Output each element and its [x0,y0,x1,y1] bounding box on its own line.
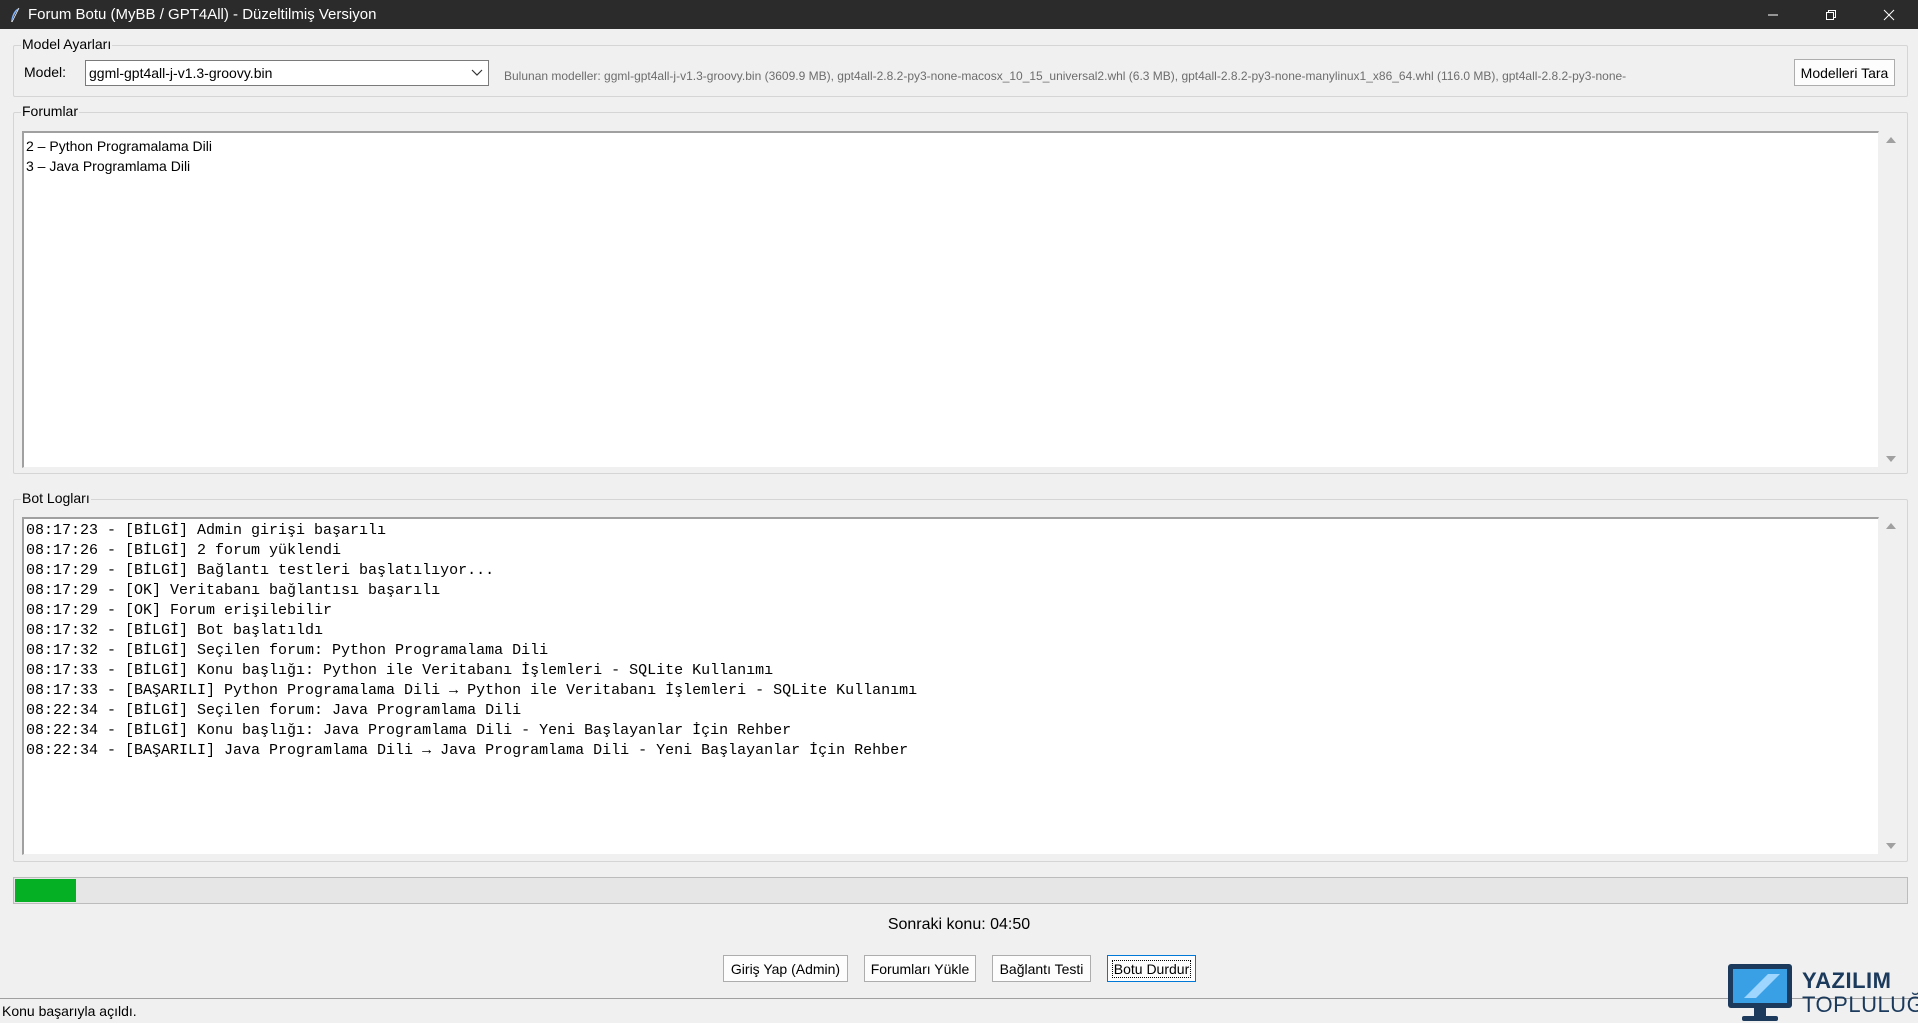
restore-icon [1826,9,1836,20]
scroll-down-icon[interactable] [1879,450,1903,468]
minimize-icon [1768,14,1778,15]
forums-list[interactable]: 2 – Python Programalama Dili 3 – Java Pr… [22,131,1879,468]
login-admin-label: Giriş Yap (Admin) [730,960,841,977]
chevron-down-icon[interactable] [466,61,488,85]
list-item[interactable]: 2 – Python Programalama Dili [26,136,1876,156]
restore-button[interactable] [1802,0,1860,29]
log-line: 08:17:33 - [BİLGİ] Konu başlığı: Python … [26,662,774,679]
monitor-logo-icon [1728,964,1792,1021]
stop-bot-label: Botu Durdur [1111,959,1192,978]
log-lines: 08:17:23 - [BİLGİ] Admin girişi başarılı… [24,519,1878,763]
load-forums-label: Forumları Yükle [870,960,970,977]
scroll-down-icon[interactable] [1879,837,1903,855]
log-output[interactable]: 08:17:23 - [BİLGİ] Admin girişi başarılı… [22,517,1879,855]
close-icon [1883,9,1895,20]
load-forums-button[interactable]: Forumları Yükle [864,955,976,982]
model-select[interactable]: ggml-gpt4all-j-v1.3-groovy.bin [85,60,489,86]
list-item[interactable]: 3 – Java Programlama Dili [26,156,1876,176]
log-line: 08:17:32 - [BİLGİ] Bot başlatıldı [26,622,324,639]
next-topic-countdown: Sonraki konu: 04:50 [887,916,1031,933]
log-line: 08:17:29 - [BİLGİ] Bağlantı testleri baş… [26,562,495,579]
minimize-button[interactable] [1744,0,1802,29]
forums-label: Forumlar [21,103,80,119]
yazilim-toplulugu-logo: YAZILIM TOPLULUĞU [1724,958,1918,1023]
log-line: 08:17:33 - [BAŞARILI] Python Programalam… [26,682,918,699]
scroll-up-icon[interactable] [1879,131,1903,149]
log-line: 08:17:29 - [OK] Forum erişilebilir [26,602,333,619]
window-title: Forum Botu (MyBB / GPT4All) - Düzeltilmi… [28,6,377,23]
model-label: Model: [24,64,67,80]
stop-bot-button[interactable]: Botu Durdur [1107,955,1196,982]
log-line: 08:22:34 - [BİLGİ] Konu başlığı: Java Pr… [26,722,792,739]
forums-scrollbar[interactable] [1879,131,1903,468]
scan-models-label: Modelleri Tara [1800,64,1889,81]
logo-text-line2: TOPLULUĞU [1802,992,1918,1017]
scroll-up-icon[interactable] [1879,517,1903,535]
scan-models-button[interactable]: Modelleri Tara [1794,59,1895,86]
logs-scrollbar[interactable] [1879,517,1903,855]
progress-bar [13,877,1908,904]
status-text: Konu başarıyla açıldı. [2,1003,137,1019]
bot-logs-label: Bot Logları [21,490,91,506]
connection-test-button[interactable]: Bağlantı Testi [992,955,1091,982]
status-bar: Konu başarıyla açıldı. [0,998,1918,1023]
log-line: 08:17:26 - [BİLGİ] 2 forum yüklendi [26,542,342,559]
model-select-value: ggml-gpt4all-j-v1.3-groovy.bin [89,65,273,81]
progress-fill [15,879,76,902]
logo-text-line1: YAZILIM [1802,968,1892,993]
close-button[interactable] [1860,0,1918,29]
feather-icon [4,0,26,29]
title-bar: Forum Botu (MyBB / GPT4All) - Düzeltilmi… [0,0,1918,29]
found-models-text: Bulunan modeller: ggml-gpt4all-j-v1.3-gr… [504,69,1627,83]
log-line: 08:17:32 - [BİLGİ] Seçilen forum: Python… [26,642,549,659]
log-line: 08:17:23 - [BİLGİ] Admin girişi başarılı [26,522,387,539]
log-line: 08:17:29 - [OK] Veritabanı bağlantısı ba… [26,582,441,599]
connection-test-label: Bağlantı Testi [999,960,1084,977]
model-settings-label: Model Ayarları [21,36,113,52]
log-line: 08:22:34 - [BAŞARILI] Java Programlama D… [26,742,909,759]
login-admin-button[interactable]: Giriş Yap (Admin) [723,955,848,982]
log-line: 08:22:34 - [BİLGİ] Seçilen forum: Java P… [26,702,522,719]
